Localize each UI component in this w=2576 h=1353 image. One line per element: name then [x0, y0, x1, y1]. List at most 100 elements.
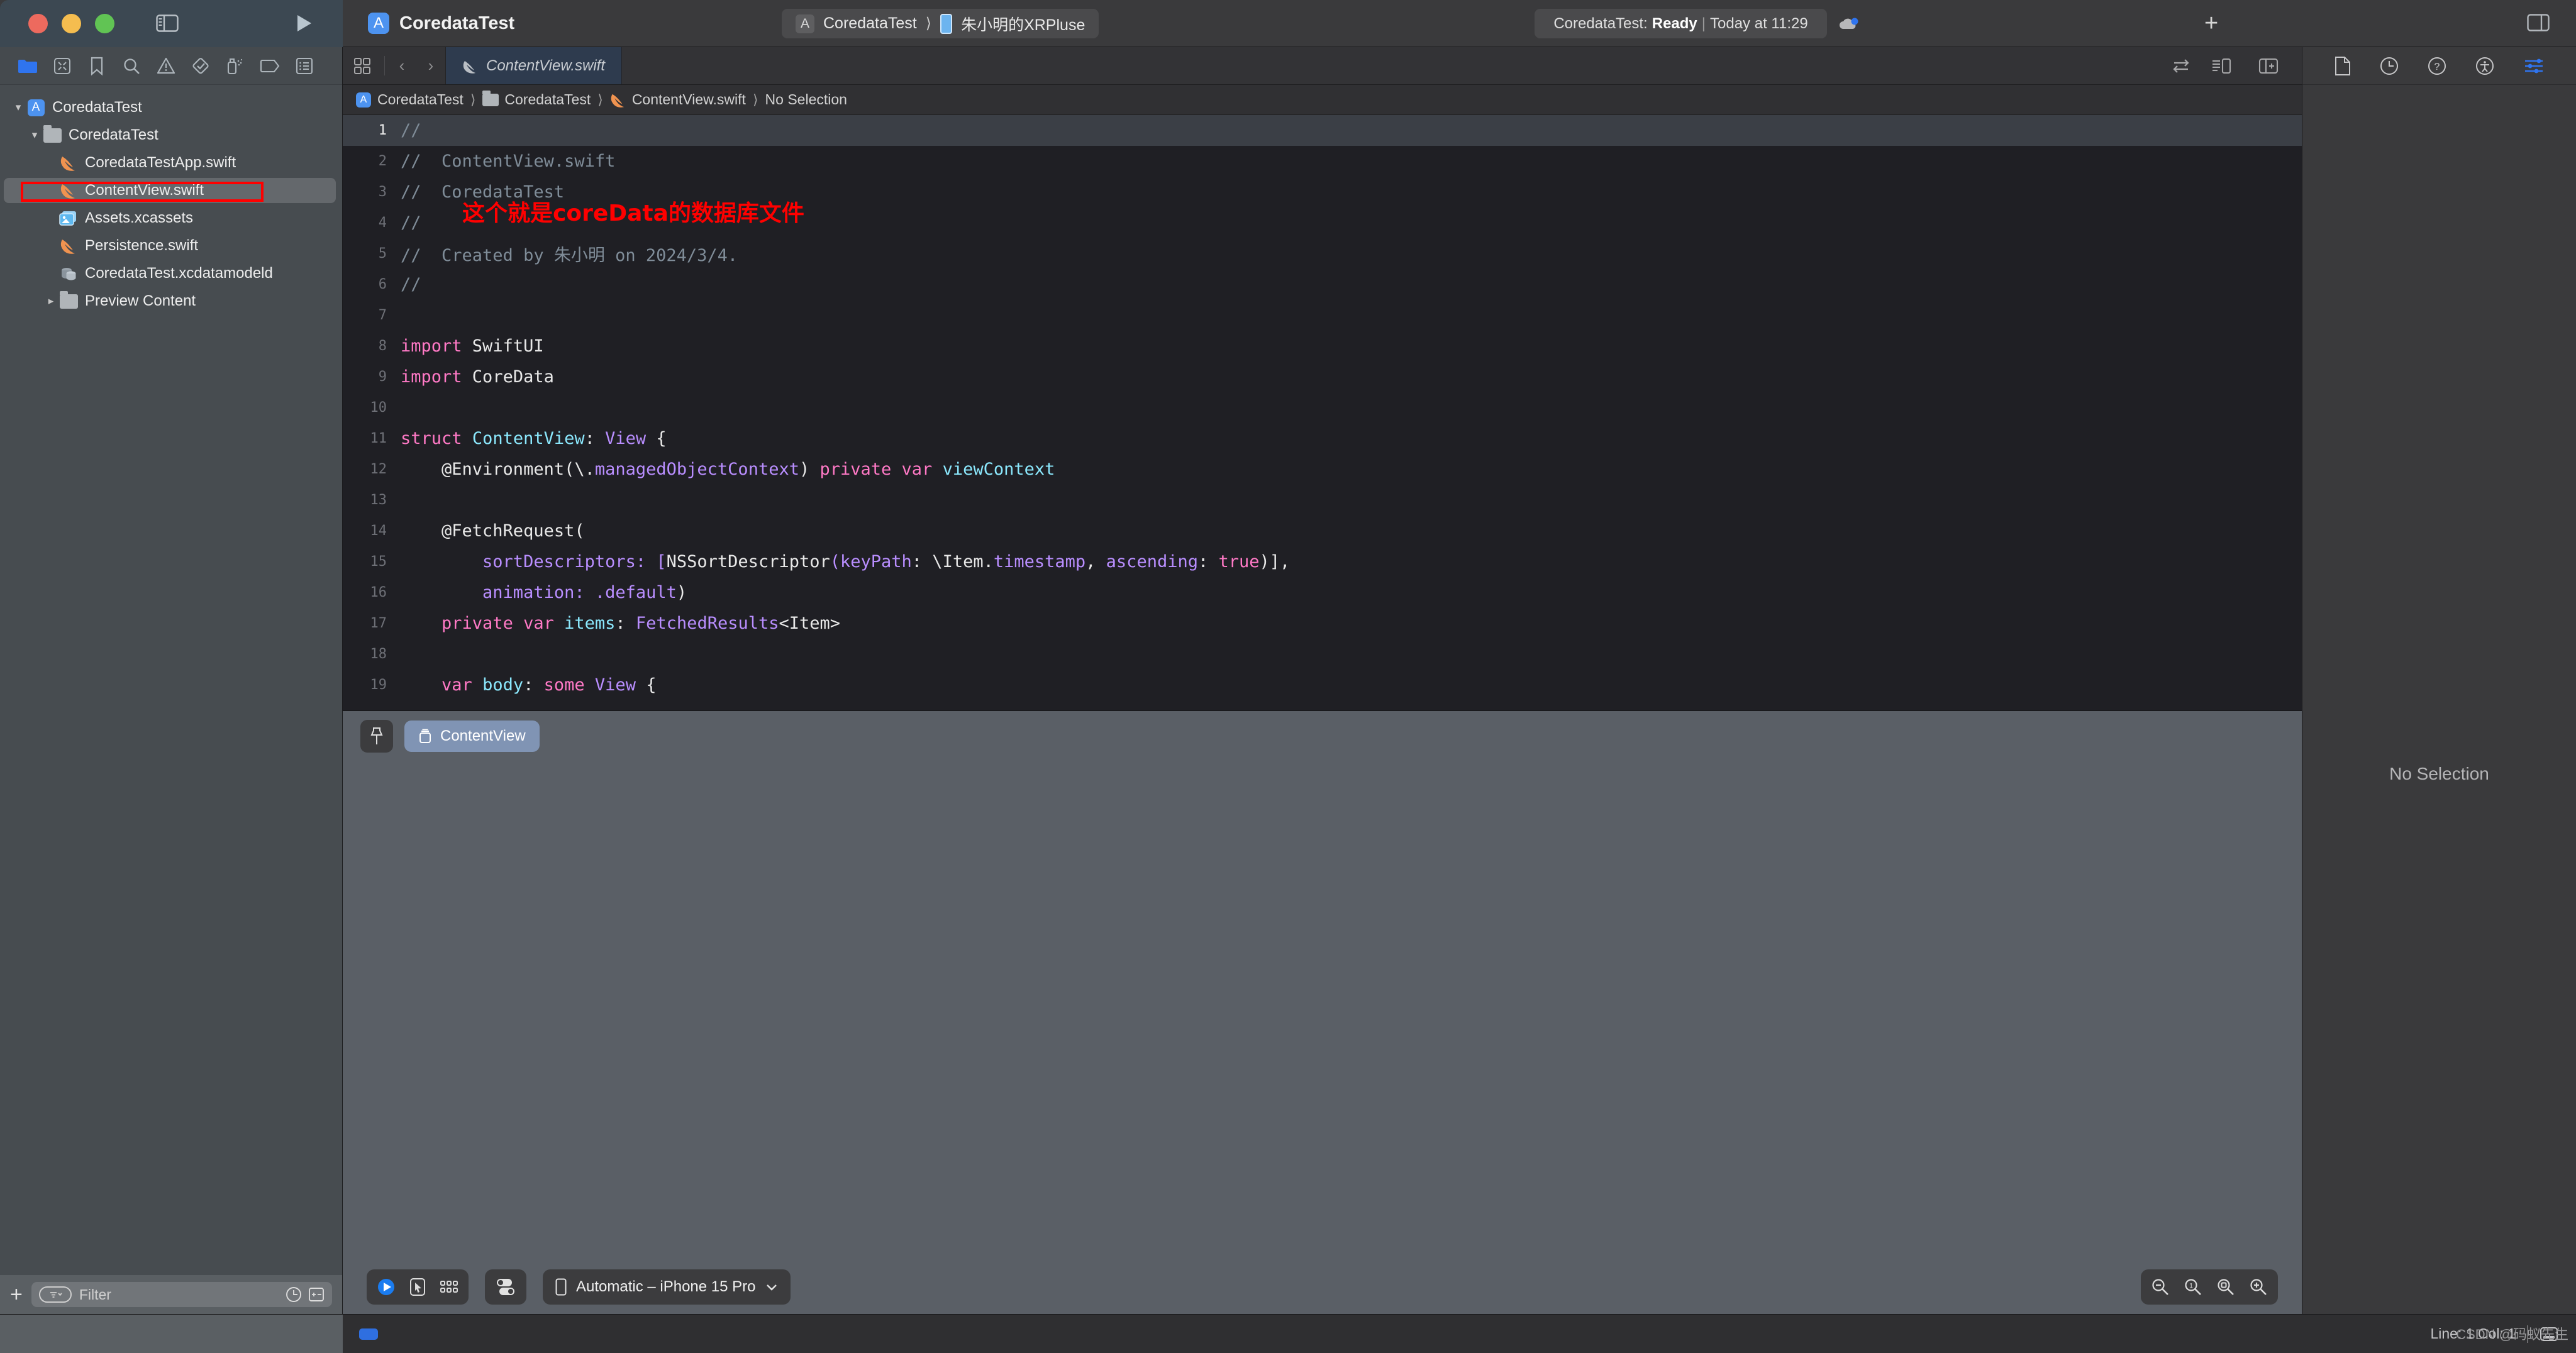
code-text: private var items: FetchedResults<Item> [441, 614, 841, 633]
preview-chip-contentview[interactable]: ContentView [404, 721, 540, 752]
device-settings-toggle-icon[interactable] [495, 1277, 516, 1297]
quick-help-inspector-icon[interactable]: ? [2428, 57, 2446, 75]
source-code-editor[interactable]: 1//2// ContentView.swift 3// CoredataTest… [343, 115, 2302, 711]
code-line[interactable]: 14 @FetchRequest( [343, 516, 2302, 546]
selectable-mode-icon[interactable] [409, 1278, 426, 1296]
source-control-icon[interactable] [45, 52, 79, 80]
code-line[interactable]: 9 import CoreData [343, 362, 2302, 392]
add-file-button[interactable]: + [10, 1284, 23, 1305]
breadcrumb-item[interactable]: No Selection [765, 91, 847, 108]
source-control-filter-icon[interactable] [308, 1286, 325, 1303]
toggle-inspector-icon[interactable] [2527, 14, 2550, 31]
zoom-out-icon[interactable] [2151, 1278, 2170, 1296]
run-button[interactable] [296, 14, 313, 33]
editor-tab-contentview[interactable]: ContentView.swift [445, 47, 622, 84]
navigator-row-label: CoredataTestApp.swift [85, 154, 236, 171]
zoom-100-icon[interactable]: 1 [2184, 1278, 2202, 1296]
code-line[interactable]: 7 [343, 300, 2302, 331]
disclosure-triangle-icon[interactable]: ▸ [43, 295, 59, 307]
code-line[interactable]: 18 [343, 639, 2302, 670]
folder-icon[interactable] [10, 52, 45, 80]
navigator-row[interactable]: ▸ContentView.swift [0, 177, 342, 204]
scheme-destination-selector[interactable]: A CoredataTest ⟩ 朱小明的XRPluse [782, 9, 1099, 38]
code-line[interactable]: 19 var body: some View { [343, 670, 2302, 700]
breakpoint-navigator-tag-icon[interactable] [252, 52, 287, 80]
filter-options-icon[interactable] [38, 1286, 72, 1303]
code-line[interactable]: 16 animation: .default) [343, 577, 2302, 608]
issue-navigator-warning-icon[interactable] [148, 52, 183, 80]
close-window-button[interactable] [28, 13, 48, 33]
history-inspector-icon[interactable] [2380, 57, 2399, 75]
canvas-toggle-icon[interactable] [2202, 58, 2241, 74]
disclosure-triangle-icon[interactable]: ▾ [26, 129, 43, 141]
toggle-navigator-icon[interactable] [156, 14, 179, 32]
status-state: Ready [1652, 14, 1697, 32]
zoom-fit-icon[interactable] [2216, 1278, 2235, 1296]
attributes-inspector-icon[interactable] [2523, 57, 2545, 75]
navigator-row[interactable]: ▸Persistence.swift [0, 232, 342, 260]
cloud-status-icon[interactable] [1838, 16, 1859, 31]
accessibility-inspector-icon[interactable] [2475, 57, 2494, 75]
breadcrumb-label: No Selection [765, 91, 847, 108]
pin-preview-icon[interactable] [360, 720, 393, 753]
navigator-row[interactable]: ▸CoredataTest.xcdatamodeld [0, 260, 342, 287]
breadcrumb-label: CoredataTest [377, 91, 464, 108]
navigator-row[interactable]: ▸Assets.xcassets [0, 204, 342, 232]
variants-grid-icon[interactable] [440, 1279, 458, 1295]
code-line[interactable]: 10 [343, 392, 2302, 423]
run-destination-icon [940, 13, 953, 34]
search-icon[interactable] [114, 52, 148, 80]
build-status-indicator[interactable] [359, 1328, 378, 1340]
add-editor-split-icon[interactable] [2249, 58, 2288, 74]
navigator-row[interactable]: ▾ A CoredataTest [0, 94, 342, 121]
add-editor-button[interactable]: + [2204, 11, 2218, 35]
code-line[interactable]: 2 // ContentView.swift [343, 146, 2302, 177]
code-line[interactable]: 17 private var items: FetchedResults<Ite… [343, 608, 2302, 639]
navigator-row[interactable]: ▸ Preview Content [0, 287, 342, 315]
title-bar: A CoredataTest A CoredataTest ⟩ 朱小明的XRPl… [0, 0, 2576, 47]
code-line[interactable]: 8 import SwiftUI [343, 331, 2302, 362]
activity-status-bar[interactable]: CoredataTest: Ready | Today at 11:29 [1535, 9, 1827, 38]
report-navigator-list-icon[interactable] [287, 52, 321, 80]
code-line[interactable]: 13 [343, 485, 2302, 516]
run-destination-name[interactable]: 朱小明的XRPluse [961, 13, 1085, 35]
line-number: 1 [378, 123, 387, 138]
navigator-row-label: CoredataTest [52, 99, 142, 116]
breadcrumb-item[interactable]: ContentView.swift [610, 91, 746, 108]
breadcrumb-item[interactable]: A CoredataTest [355, 91, 464, 108]
breadcrumb-item[interactable]: CoredataTest [482, 90, 591, 108]
project-icon: A [368, 13, 389, 34]
recent-files-clock-icon[interactable] [286, 1286, 302, 1303]
preview-canvas[interactable]: + Edit 3/4/24, 11:29:30 AM›3/4/24, 11:29… [343, 761, 2302, 1260]
disclosure-triangle-icon[interactable]: ▾ [10, 101, 26, 114]
file-inspector-icon[interactable] [2334, 56, 2351, 76]
live-preview-icon[interactable] [377, 1278, 396, 1296]
device-selector-dropdown[interactable]: Automatic – iPhone 15 Pro [543, 1269, 791, 1305]
debug-navigator-spray-icon[interactable] [218, 52, 252, 80]
minimize-window-button[interactable] [62, 13, 81, 33]
navigator-row-label: ContentView.swift [85, 182, 204, 199]
breadcrumb[interactable]: A CoredataTest ⟩ CoredataTest ⟩ ContentView.s… [343, 85, 2302, 115]
related-items-icon[interactable] [343, 47, 382, 84]
swift-file-icon [59, 181, 78, 200]
code-line[interactable]: 1 // [343, 115, 2302, 146]
navigate-back-button[interactable]: ‹ [387, 47, 416, 84]
navigate-forward-button[interactable]: › [416, 47, 445, 84]
test-navigator-diamond-check-icon[interactable] [183, 52, 218, 80]
zoom-in-icon[interactable] [2249, 1278, 2268, 1296]
code-line[interactable]: 5 // Created by 朱小明 on 2024/3/4. [343, 238, 2302, 269]
scheme-name[interactable]: CoredataTest [823, 14, 917, 33]
bookmark-icon[interactable] [79, 52, 114, 80]
navigator-row[interactable]: ▾ CoredataTest [0, 121, 342, 149]
code-line[interactable]: 11 struct ContentView: View { [343, 423, 2302, 454]
line-number: 8 [378, 338, 387, 354]
code-line[interactable]: 15 sortDescriptors: [NSSortDescriptor(ke… [343, 546, 2302, 577]
navigator-row[interactable]: ▸CoredataTestApp.swift [0, 149, 342, 177]
filter-input[interactable]: Filter [31, 1282, 332, 1307]
code-line[interactable]: 6 // [343, 269, 2302, 300]
zoom-window-button[interactable] [95, 13, 114, 33]
window-controls[interactable] [28, 13, 114, 33]
project-navigator-tree[interactable]: ▾ACoredataTest▾CoredataTest▸CoredataTest… [0, 85, 342, 1275]
swap-editor-icon[interactable] [2162, 58, 2201, 74]
code-line[interactable]: 12 @Environment(\.managedObjectContext) … [343, 454, 2302, 485]
